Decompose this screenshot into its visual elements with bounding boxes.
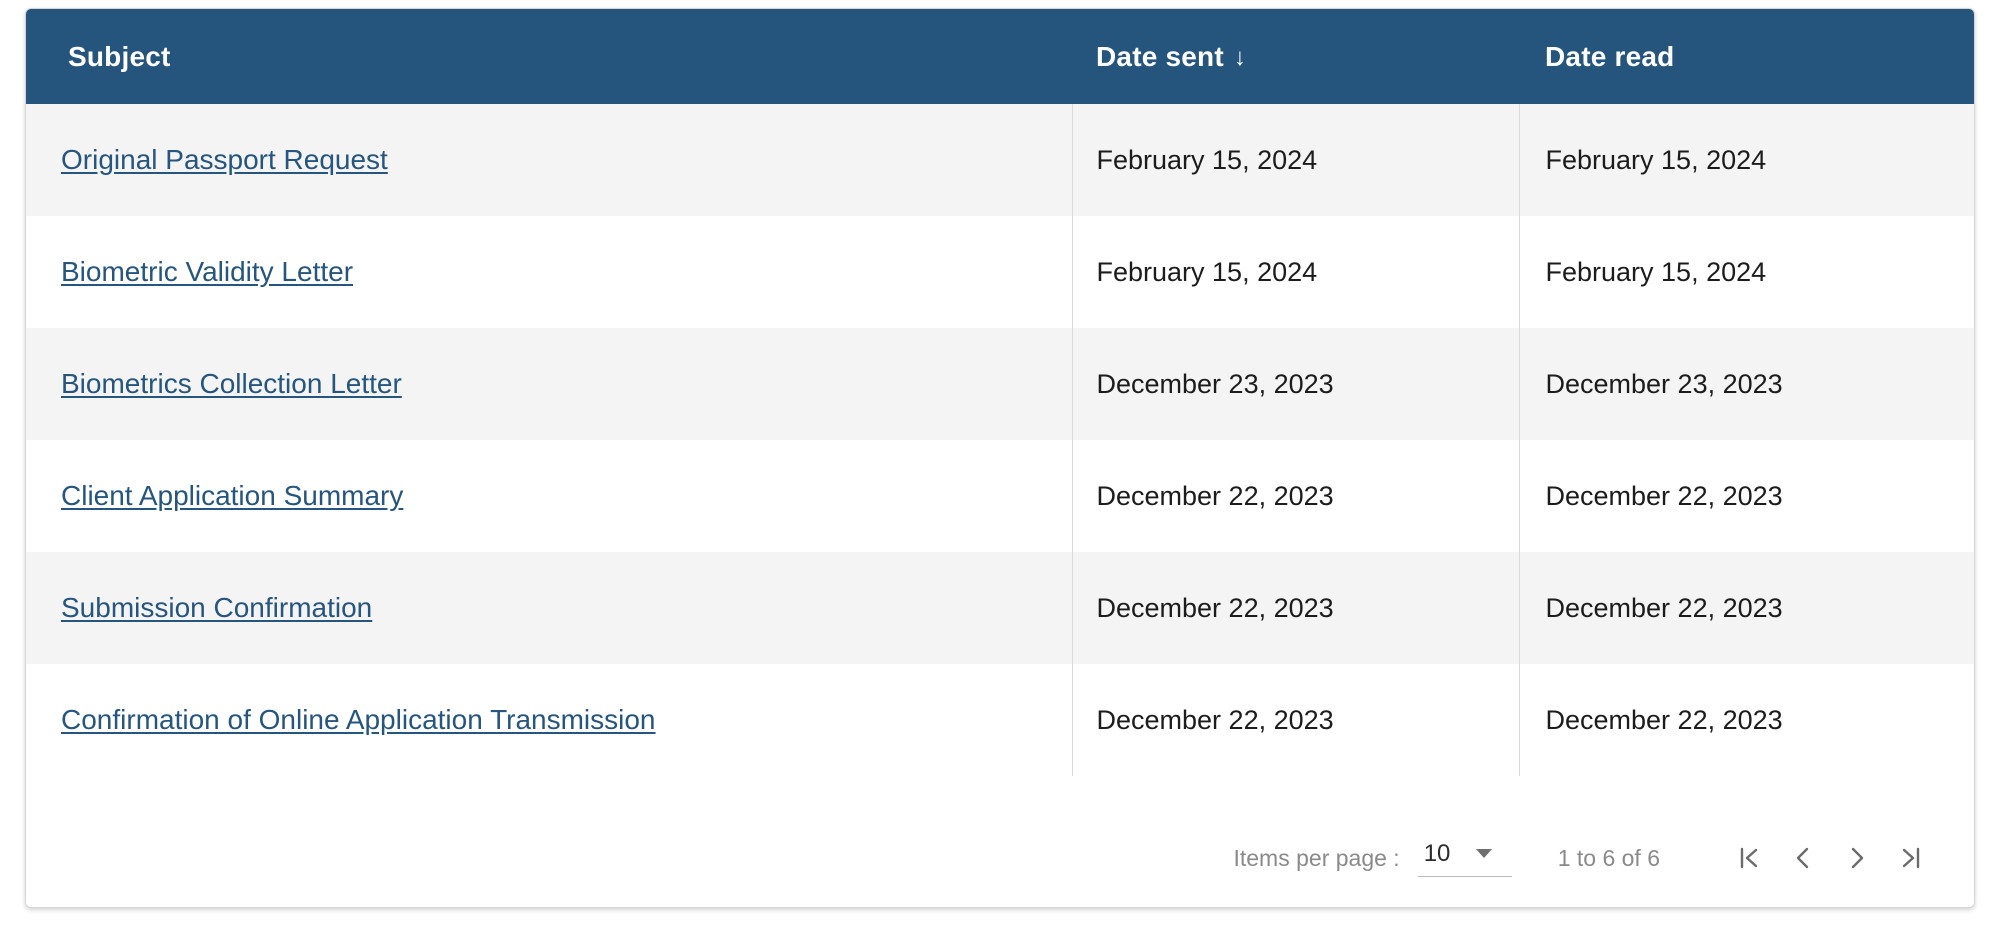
cell-date-sent: December 23, 2023: [1071, 328, 1519, 440]
table-header-row: Subject Date sent ↓ Date read: [26, 9, 1974, 104]
pagination-range-label: 1 to 6 of 6: [1557, 844, 1660, 871]
cell-subject: Original Passport Request: [26, 104, 1072, 216]
subject-link[interactable]: Biometrics Collection Letter: [61, 368, 402, 399]
items-per-page-label: Items per page :: [1233, 844, 1400, 871]
last-page-icon: [1896, 843, 1926, 873]
cell-date-sent: December 22, 2023: [1071, 552, 1519, 664]
chevron-right-icon: [1842, 843, 1872, 873]
first-page-icon: [1734, 843, 1764, 873]
items-per-page-select[interactable]: 10: [1417, 839, 1512, 877]
subject-link[interactable]: Biometric Validity Letter: [61, 256, 353, 287]
column-header-subject[interactable]: Subject: [26, 9, 1072, 104]
cell-subject: Client Application Summary: [26, 440, 1072, 552]
cell-date-sent: December 22, 2023: [1071, 440, 1519, 552]
subject-link[interactable]: Original Passport Request: [61, 144, 388, 175]
table-header: Subject Date sent ↓ Date read: [26, 9, 1974, 104]
column-header-date-sent[interactable]: Date sent ↓: [1072, 9, 1519, 104]
messages-table-card: Subject Date sent ↓ Date read Original Pa…: [25, 8, 1975, 908]
table-row: Client Application Summary December 22, …: [26, 440, 1974, 552]
cell-date-read: February 15, 2024: [1518, 216, 1974, 328]
first-page-button[interactable]: [1722, 831, 1776, 885]
cell-date-read: December 22, 2023: [1518, 664, 1974, 776]
subject-link[interactable]: Confirmation of Online Application Trans…: [61, 704, 656, 735]
table-row: Original Passport Request February 15, 2…: [26, 104, 1974, 216]
table-row: Confirmation of Online Application Trans…: [26, 664, 1974, 776]
chevron-down-icon: [1476, 849, 1493, 858]
cell-date-read: December 23, 2023: [1518, 328, 1974, 440]
column-header-date-sent-label: Date sent: [1096, 40, 1224, 72]
cell-date-sent: February 15, 2024: [1071, 216, 1519, 328]
table-row: Biometrics Collection Letter December 23…: [26, 328, 1974, 440]
cell-date-read: February 15, 2024: [1518, 104, 1974, 216]
column-header-date-read-label: Date read: [1545, 40, 1675, 72]
cell-date-read: December 22, 2023: [1518, 552, 1974, 664]
table-body: Original Passport Request February 15, 2…: [26, 104, 1974, 776]
cell-date-read: December 22, 2023: [1518, 440, 1974, 552]
column-header-subject-label: Subject: [68, 40, 171, 72]
table-row: Submission Confirmation December 22, 202…: [26, 552, 1974, 664]
subject-link[interactable]: Client Application Summary: [61, 480, 403, 511]
cell-date-sent: February 15, 2024: [1071, 104, 1519, 216]
table-row: Biometric Validity Letter February 15, 2…: [26, 216, 1974, 328]
chevron-left-icon: [1788, 843, 1818, 873]
next-page-button[interactable]: [1830, 831, 1884, 885]
cell-subject: Biometric Validity Letter: [26, 216, 1072, 328]
last-page-button[interactable]: [1884, 831, 1938, 885]
cell-subject: Confirmation of Online Application Trans…: [26, 664, 1072, 776]
subject-link[interactable]: Submission Confirmation: [61, 592, 372, 623]
pagination-nav: [1722, 831, 1938, 885]
arrow-down-icon: ↓: [1233, 43, 1247, 71]
previous-page-button[interactable]: [1776, 831, 1830, 885]
messages-table: Subject Date sent ↓ Date read Original Pa…: [26, 9, 1974, 776]
cell-date-sent: December 22, 2023: [1071, 664, 1519, 776]
paginator: Items per page : 10 1 to 6 of 6: [26, 809, 1974, 907]
column-header-date-read[interactable]: Date read: [1519, 9, 1974, 104]
cell-subject: Biometrics Collection Letter: [26, 328, 1072, 440]
cell-subject: Submission Confirmation: [26, 552, 1072, 664]
page-root: Subject Date sent ↓ Date read Original Pa…: [0, 0, 2000, 925]
items-per-page-value: 10: [1423, 839, 1451, 867]
